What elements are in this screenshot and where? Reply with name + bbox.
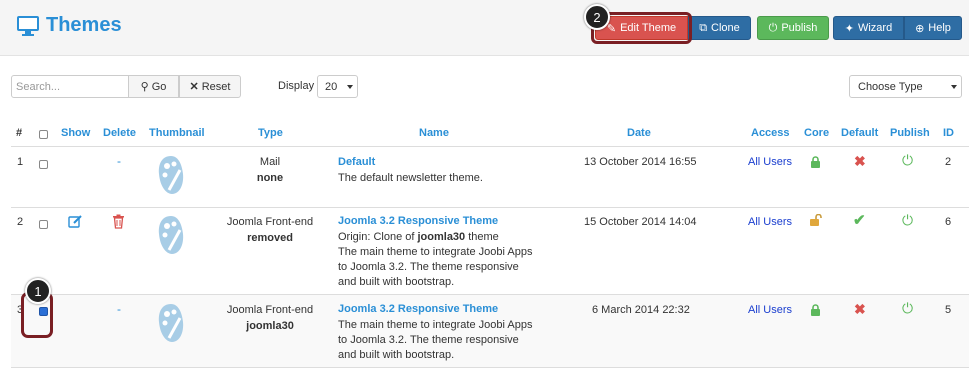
col-delete[interactable]: Delete: [103, 127, 136, 139]
publish-button[interactable]: ⏻ Publish: [757, 16, 829, 40]
go-label: Go: [151, 80, 167, 93]
row-divider: [11, 207, 969, 208]
date-text: 6 March 2014 22:32: [592, 304, 690, 316]
row-checkbox[interactable]: [39, 220, 48, 229]
row-checkbox[interactable]: [39, 160, 48, 169]
type-subtext: removed: [247, 232, 293, 244]
date-text: 15 October 2014 14:04: [584, 216, 697, 228]
cross-icon[interactable]: ✖: [854, 302, 866, 317]
lock-icon[interactable]: [810, 304, 821, 316]
origin-suffix: theme: [465, 231, 499, 243]
chevron-down-icon: [951, 85, 957, 89]
theme-description: The default newsletter theme.: [338, 172, 483, 184]
row-divider: [11, 294, 969, 295]
type-filter-select[interactable]: Choose Type: [849, 75, 962, 98]
delete-placeholder: -: [117, 302, 121, 316]
palette-icon: [158, 216, 184, 254]
col-publish[interactable]: Publish: [890, 127, 930, 139]
clone-icon: ⧉: [699, 21, 708, 34]
cross-icon[interactable]: ✖: [854, 154, 866, 169]
type-subtext: none: [256, 172, 284, 184]
display-label: Display: [278, 80, 315, 92]
type-text: Joomla Front-end: [226, 216, 314, 228]
theme-description: to Joomla 3.2. The theme responsive: [338, 261, 519, 273]
search-input[interactable]: [11, 75, 129, 98]
monitor-icon: [17, 15, 39, 36]
wand-icon: ✦: [844, 22, 854, 35]
origin-text: Origin: Clone of: [338, 231, 418, 243]
palette-icon: [158, 304, 184, 342]
type-text: Mail: [259, 156, 281, 168]
row-number: 1: [17, 156, 24, 168]
close-icon: ✕: [189, 81, 199, 93]
row-id: 5: [945, 304, 952, 316]
search-icon: ⚲: [140, 81, 149, 93]
wizard-button[interactable]: ✦ Wizard: [833, 16, 904, 40]
col-show[interactable]: Show: [61, 127, 90, 139]
access-link[interactable]: All Users: [748, 155, 792, 170]
origin-source: joomla30: [417, 231, 466, 243]
theme-description: The main theme to integrate Joobi Apps: [338, 319, 533, 331]
power-icon[interactable]: ⏻: [902, 213, 913, 228]
theme-description: The main theme to integrate Joobi Apps: [338, 246, 533, 258]
theme-description: to Joomla 3.2. The theme responsive: [338, 334, 519, 346]
col-num: #: [16, 127, 23, 139]
callout-1: 1: [25, 278, 51, 304]
col-id[interactable]: ID: [943, 127, 954, 139]
col-thumbnail[interactable]: Thumbnail: [149, 127, 205, 139]
check-icon[interactable]: ✔: [853, 213, 866, 228]
callout-2: 2: [584, 4, 610, 30]
col-name[interactable]: Name: [419, 127, 449, 139]
row-divider: [11, 367, 969, 368]
type-subtext: joomla30: [246, 320, 294, 332]
theme-description: and built with bootstrap.: [338, 276, 455, 288]
display-value: 20: [325, 80, 338, 93]
access-link[interactable]: All Users: [748, 303, 792, 318]
theme-description: and built with bootstrap.: [338, 349, 455, 361]
page-title: Themes: [16, 14, 122, 37]
access-link[interactable]: All Users: [748, 215, 792, 230]
header-divider: [11, 146, 969, 147]
publish-icon: ⏻: [768, 21, 778, 34]
type-text: Joomla Front-end: [226, 304, 314, 316]
theme-name-link[interactable]: Default: [338, 155, 375, 170]
col-core[interactable]: Core: [804, 127, 829, 139]
palette-icon: [158, 156, 184, 194]
clone-button[interactable]: ⧉ Clone: [688, 16, 751, 40]
reset-button[interactable]: ✕ Reset: [179, 75, 241, 98]
theme-name-link[interactable]: Joomla 3.2 Responsive Theme: [338, 302, 498, 317]
trash-icon[interactable]: [112, 214, 125, 229]
help-button[interactable]: ⊕ Help: [904, 16, 962, 40]
power-icon[interactable]: ⏻: [902, 153, 913, 168]
select-all-checkbox[interactable]: [39, 130, 48, 139]
clone-label: Clone: [711, 22, 740, 34]
power-icon[interactable]: ⏻: [902, 301, 913, 316]
lock-icon[interactable]: [810, 156, 821, 168]
col-date[interactable]: Date: [627, 127, 651, 139]
display-select[interactable]: 20: [317, 75, 358, 98]
col-access[interactable]: Access: [751, 127, 790, 139]
row-id: 6: [945, 216, 952, 228]
unlock-icon[interactable]: [809, 214, 822, 227]
date-text: 13 October 2014 16:55: [584, 156, 697, 168]
reset-label: Reset: [201, 80, 231, 93]
chevron-down-icon: [347, 85, 353, 89]
col-default[interactable]: Default: [841, 127, 878, 139]
row-id: 2: [945, 156, 952, 168]
publish-label: Publish: [781, 22, 818, 34]
edit-icon[interactable]: [68, 214, 83, 229]
row-number: 2: [17, 216, 24, 228]
theme-origin: Origin: Clone of joomla30 theme: [338, 230, 499, 245]
col-type[interactable]: Type: [258, 127, 283, 139]
help-label: Help: [928, 22, 951, 34]
delete-placeholder: -: [117, 154, 121, 168]
page-title-text: Themes: [46, 14, 122, 36]
wizard-label: Wizard: [857, 22, 893, 34]
theme-name-link[interactable]: Joomla 3.2 Responsive Theme: [338, 214, 498, 229]
help-icon: ⊕: [915, 22, 925, 35]
go-button[interactable]: ⚲ Go: [128, 75, 179, 98]
type-filter-value: Choose Type: [858, 80, 923, 93]
